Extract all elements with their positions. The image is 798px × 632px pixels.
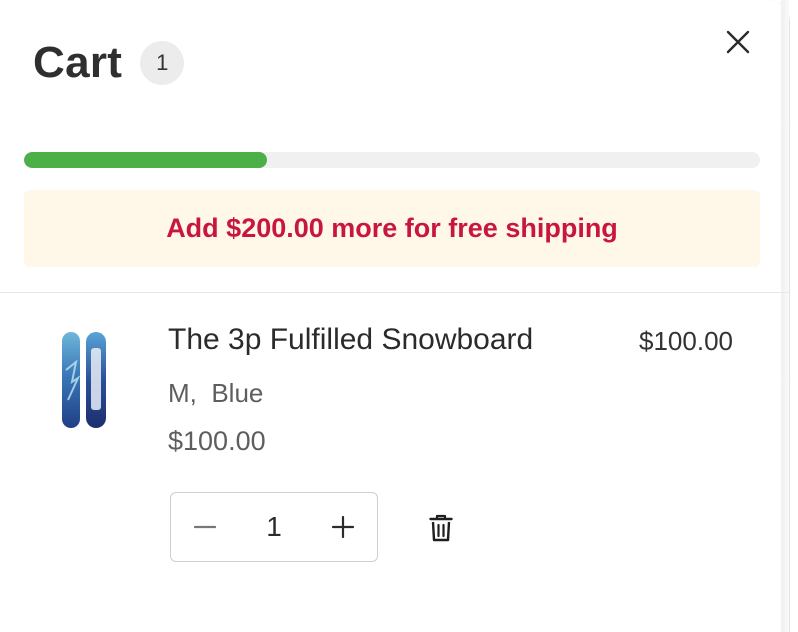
drawer-edge bbox=[781, 0, 789, 632]
item-name[interactable]: The 3p Fulfilled Snowboard bbox=[168, 323, 533, 357]
free-shipping-banner: Add $200.00 more for free shipping bbox=[24, 190, 760, 267]
free-shipping-message: Add $200.00 more for free shipping bbox=[166, 213, 618, 243]
decrease-quantity-button[interactable] bbox=[171, 493, 239, 561]
item-unit-price: $100.00 bbox=[168, 426, 266, 456]
product-thumbnail[interactable] bbox=[56, 330, 112, 430]
quantity-stepper: 1 bbox=[170, 492, 378, 562]
minus-icon bbox=[194, 525, 216, 529]
remove-item-button[interactable] bbox=[424, 510, 458, 546]
quantity-value[interactable]: 1 bbox=[244, 511, 304, 543]
cart-drawer: Cart 1 Add $200.00 more for free shippin… bbox=[0, 0, 790, 632]
free-shipping-progress-bar bbox=[24, 152, 760, 168]
item-line-total: $100.00 bbox=[639, 326, 733, 356]
cart-header: Cart 1 bbox=[33, 38, 185, 88]
close-icon bbox=[726, 30, 750, 54]
cart-count-badge: 1 bbox=[140, 41, 185, 85]
free-shipping-progress-fill bbox=[24, 152, 267, 168]
divider bbox=[0, 292, 790, 293]
increase-quantity-button[interactable] bbox=[309, 493, 377, 561]
plus-icon bbox=[332, 516, 354, 538]
close-button[interactable] bbox=[720, 24, 756, 60]
item-variant: M, Blue bbox=[168, 378, 264, 408]
snowboard-image bbox=[62, 332, 106, 428]
trash-icon bbox=[429, 514, 453, 542]
cart-title: Cart bbox=[33, 38, 123, 87]
